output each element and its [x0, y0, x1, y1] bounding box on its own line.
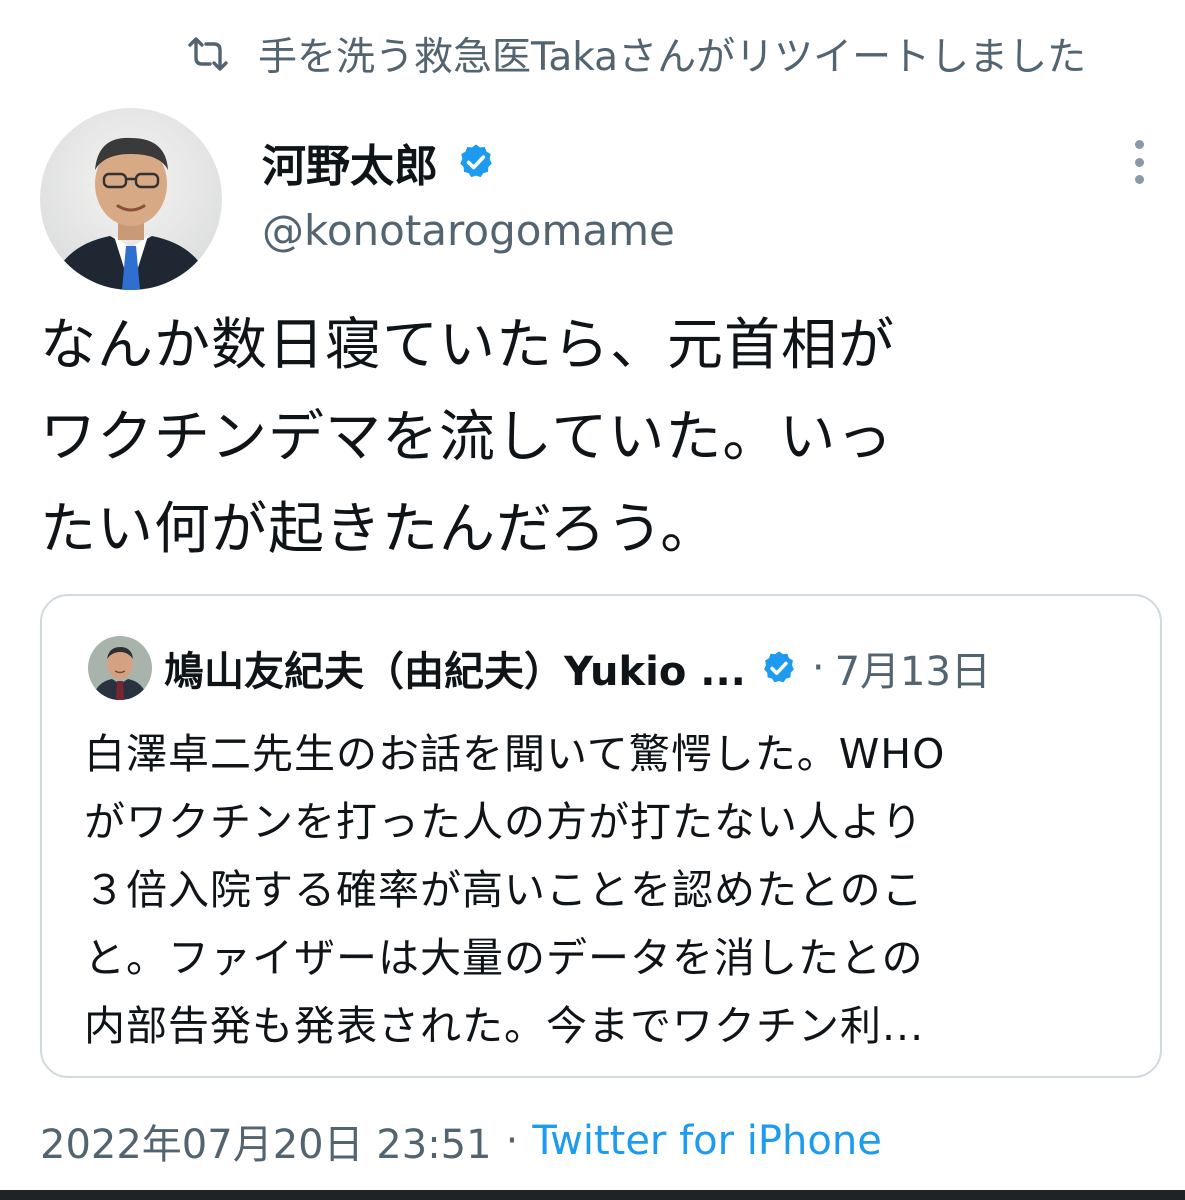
author-name[interactable]: 河野太郎 [262, 130, 438, 194]
retweet-context-text: 手を洗う救急医Takaさんがリツイートしました [258, 35, 1087, 80]
quoted-author-name[interactable]: 鳩山友紀夫（由紀夫）Yukio ... [164, 639, 746, 697]
tweet-source-link[interactable]: Twitter for iPhone [532, 1118, 882, 1164]
bottom-edge-bar [0, 1190, 1185, 1200]
retweet-icon [186, 34, 230, 74]
quoted-tweet[interactable]: 鳩山友紀夫（由紀夫）Yukio ... · 7月13日 白澤卓二先生のお話を聞い… [40, 594, 1162, 1078]
author-name-row[interactable]: 河野太郎 [262, 130, 496, 194]
verified-badge-icon [760, 649, 798, 687]
author-avatar[interactable] [40, 108, 222, 290]
verified-badge-icon [456, 142, 496, 182]
author-handle[interactable]: @konotarogomame [262, 206, 675, 255]
tweet-text: なんか数日寝ていたら、元首相が ワクチンデマを流していた。いっ たい何が起きたん… [40, 313, 895, 562]
retweet-context[interactable]: 手を洗う救急医Takaさんがリツイートしました [186, 26, 1086, 82]
quoted-tweet-text: 白澤卓二先生のお話を聞いて驚愕した。WHO がワクチンを打った人の方が打たない人… [84, 730, 946, 1050]
quoted-date[interactable]: 7月13日 [835, 639, 991, 697]
quoted-header: 鳩山友紀夫（由紀夫）Yukio ... · 7月13日 [164, 636, 991, 700]
meta-separator: · [505, 1118, 519, 1164]
more-vertical-icon[interactable] [1128, 140, 1150, 184]
quoted-separator: · [811, 645, 825, 691]
tweet-meta: 2022年07月20日 23:51 · Twitter for iPhone [40, 1112, 882, 1170]
quoted-author-avatar[interactable] [88, 636, 152, 700]
tweet-timestamp[interactable]: 2022年07月20日 23:51 [40, 1112, 492, 1170]
